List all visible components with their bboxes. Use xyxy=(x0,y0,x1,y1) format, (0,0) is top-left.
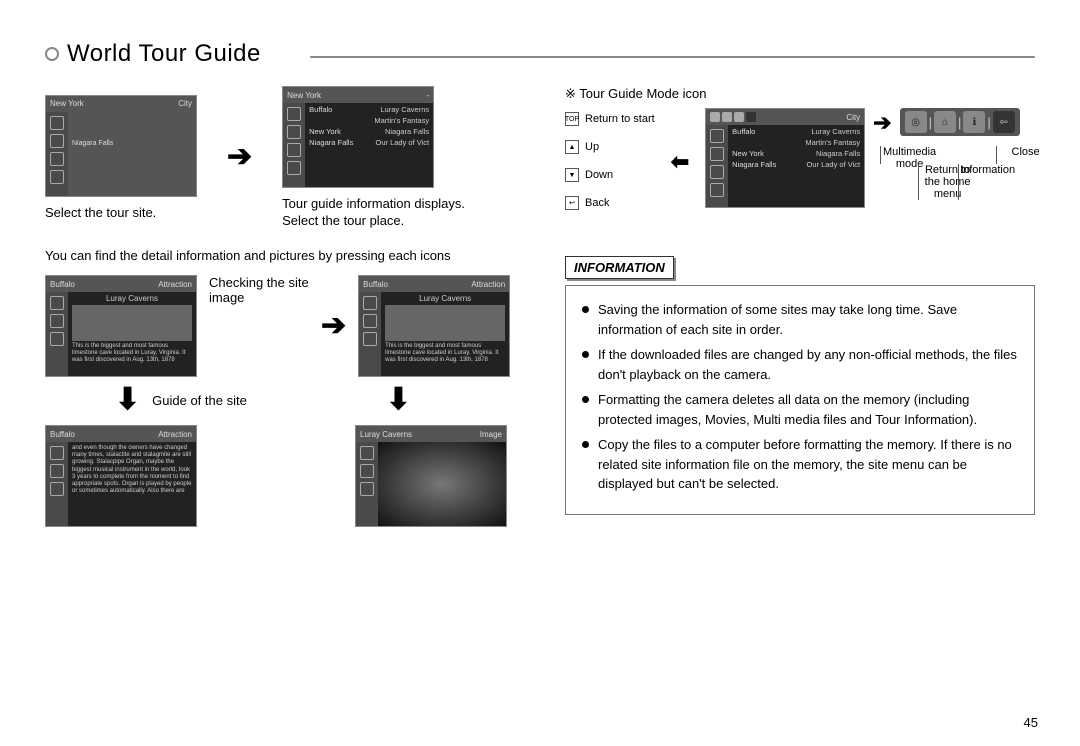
left-icon-legend: TOP Return to start ▲ Up ▼ Down ↩ Back xyxy=(565,108,655,210)
shot5-title: Buffalo xyxy=(50,430,75,439)
shot2-item: Niagara Falls xyxy=(309,138,353,147)
mode-list-item: Martin's Fantasy xyxy=(805,138,860,147)
mode-list-item: New York xyxy=(732,149,764,158)
shot2-item: Luray Caverns xyxy=(380,105,429,114)
checking-site-image-label: Checking the site image xyxy=(209,275,309,305)
shot4-subtitle: Luray Caverns xyxy=(381,292,509,305)
arrow-down-icon: ⬇ xyxy=(115,385,140,415)
label-close: Close xyxy=(1012,146,1040,158)
shot2-item: New York xyxy=(309,127,341,136)
down-icon: ▼ xyxy=(565,168,579,182)
mode-list-item: Luray Caverns xyxy=(811,127,860,136)
home-icon: ⌂ xyxy=(934,111,956,133)
arrow-left-icon: ⬅ xyxy=(671,149,689,175)
shot2-caption-1: Tour guide information displays. xyxy=(282,196,465,211)
mode-list-item: Niagara Falls xyxy=(816,149,860,158)
shot2-title: New York xyxy=(287,91,321,100)
info-item: Copy the files to a computer before form… xyxy=(582,435,1018,494)
shot5-category: Attraction xyxy=(158,430,192,439)
information-icon: ℹ xyxy=(963,111,985,133)
screenshot-mode-icons: City Buffalo Luray Caverns Martin's Fant… xyxy=(705,108,865,208)
right-column: ※ Tour Guide Mode icon TOP Return to star… xyxy=(565,86,1035,527)
shot2-category: - xyxy=(426,91,429,100)
return-start-icon: TOP xyxy=(565,112,579,126)
shot6-title: Luray Caverns xyxy=(360,430,412,439)
header-bullet-icon xyxy=(45,47,59,61)
page-title: World Tour Guide xyxy=(67,40,261,68)
shot6-category: Image xyxy=(480,430,502,439)
mode-shot-category: City xyxy=(846,113,860,122)
label-information: Information xyxy=(960,164,1015,176)
shot1-sidebar xyxy=(46,112,68,196)
shot1-map-label: Niagara Falls xyxy=(72,140,113,147)
shot3-title: Buffalo xyxy=(50,280,75,289)
arrow-down-icon: ⬇ xyxy=(386,385,411,415)
shot1-title: New York xyxy=(50,99,84,108)
mode-icon-title: ※ Tour Guide Mode icon xyxy=(565,86,1035,102)
shot4-title: Buffalo xyxy=(363,280,388,289)
guide-of-site-label: Guide of the site xyxy=(152,393,247,408)
top-icon-strip: ◎ | ⌂ | ℹ | ⇦ Multimedia mode Return to … xyxy=(900,108,1020,216)
information-heading: INFORMATION xyxy=(565,256,674,279)
up-icon: ▲ xyxy=(565,140,579,154)
shot3-category: Attraction xyxy=(158,280,192,289)
info-item: Formatting the camera deletes all data o… xyxy=(582,390,1018,429)
screenshot-cave-image: Luray Caverns Image xyxy=(355,425,507,527)
shot2-caption-2: Select the tour place. xyxy=(282,213,465,228)
legend-return-start: Return to start xyxy=(585,113,655,125)
shot1-category: City xyxy=(178,99,192,108)
header-divider xyxy=(310,56,1035,58)
information-section: INFORMATION Saving the information of so… xyxy=(565,256,1035,515)
legend-down: Down xyxy=(585,169,613,181)
shot2-item: Martin's Fantasy xyxy=(374,116,429,125)
page-number: 45 xyxy=(1024,715,1038,730)
multimedia-mode-icon: ◎ xyxy=(905,111,927,133)
screenshot-guide-text: Buffalo Attraction and even though the o… xyxy=(45,425,197,527)
mode-list-item: Buffalo xyxy=(732,127,755,136)
info-item: If the downloaded files are changed by a… xyxy=(582,345,1018,384)
shot3-subtitle: Luray Caverns xyxy=(68,292,196,305)
close-icon: ⇦ xyxy=(993,111,1015,133)
shot5-desc: and even though the owners have changed … xyxy=(68,442,196,498)
information-body: Saving the information of some sites may… xyxy=(565,285,1035,515)
arrow-right-icon: ➔ xyxy=(873,112,891,134)
shot2-item: Niagara Falls xyxy=(385,127,429,136)
screenshot-select-tour-site: New York City Niagara Falls Select the t… xyxy=(45,95,197,220)
detail-info-paragraph: You can find the detail information and … xyxy=(45,248,535,263)
legend-up: Up xyxy=(585,141,599,153)
info-item: Saving the information of some sites may… xyxy=(582,300,1018,339)
left-column: New York City Niagara Falls Select the t… xyxy=(45,86,535,527)
back-icon: ↩ xyxy=(565,196,579,210)
screenshot-site-image-1: Buffalo Attraction Luray Caverns This is… xyxy=(45,275,197,377)
screenshot-site-image-2: Buffalo Attraction Luray Caverns This is… xyxy=(358,275,510,377)
page-header: World Tour Guide xyxy=(45,40,1035,68)
shot4-desc: This is the biggest and most famous lime… xyxy=(381,341,509,366)
shot2-item: Buffalo xyxy=(309,105,332,114)
shot4-category: Attraction xyxy=(471,280,505,289)
legend-back: Back xyxy=(585,197,609,209)
screenshot-tour-information: New York - Buffalo Luray Caverns xyxy=(282,86,465,228)
shot1-caption: Select the tour site. xyxy=(45,205,197,220)
arrow-right-icon: ➔ xyxy=(227,142,252,172)
mode-list-item: Our Lady of Vict xyxy=(807,160,861,169)
mode-list-item: Niagara Falls xyxy=(732,160,776,169)
arrow-right-icon: ➔ xyxy=(321,311,346,341)
shot2-item: Our Lady of Vict xyxy=(376,138,430,147)
manual-page: World Tour Guide New York City xyxy=(0,0,1080,746)
shot3-desc: This is the biggest and most famous lime… xyxy=(68,341,196,366)
